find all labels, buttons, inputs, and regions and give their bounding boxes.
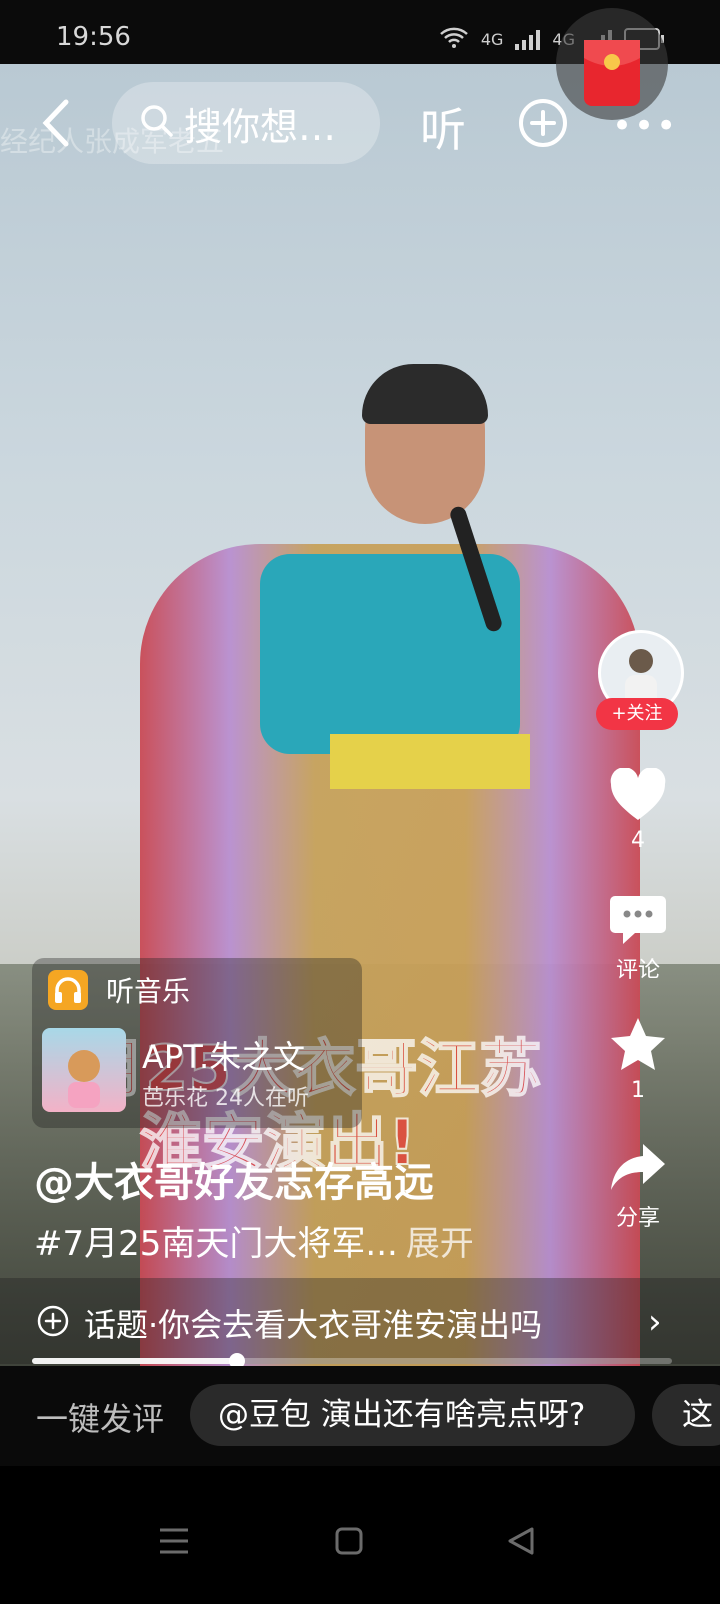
- favorite-count: 1: [631, 1078, 645, 1103]
- wifi-icon: [439, 26, 469, 52]
- search-icon: [140, 104, 174, 142]
- comment-button[interactable]: 评论: [596, 894, 680, 984]
- music-song-title: APT.朱之文: [142, 1038, 306, 1076]
- comment-icon: [609, 896, 667, 952]
- costume-belt: [330, 734, 530, 789]
- back-icon[interactable]: [38, 98, 72, 148]
- author-name[interactable]: @大衣哥好友志存高远: [34, 1150, 434, 1208]
- share-icon: [609, 1144, 667, 1200]
- heart-icon: [609, 767, 667, 828]
- listen-button[interactable]: 听: [420, 94, 466, 160]
- follow-button[interactable]: +关注: [596, 698, 678, 730]
- music-listeners: 芭乐花 24人在听: [142, 1086, 309, 1111]
- like-button[interactable]: 4: [596, 767, 680, 853]
- post-description[interactable]: #7月25南天门大将军... 展开: [34, 1216, 474, 1265]
- share-label: 分享: [615, 1206, 660, 1231]
- progress-fill: [32, 1358, 237, 1364]
- music-label: 听音乐: [106, 975, 191, 1008]
- menu-icon[interactable]: [158, 1524, 190, 1565]
- chevron-right-icon: ›: [648, 1302, 662, 1342]
- music-cover: [42, 1028, 126, 1112]
- home-icon[interactable]: [334, 1524, 364, 1565]
- video-progress-bar[interactable]: [32, 1353, 672, 1369]
- performer-hair: [362, 364, 488, 424]
- description-text: #7月25南天门大将军...: [34, 1224, 398, 1264]
- search-box[interactable]: 搜你想…: [112, 82, 380, 164]
- comment-label: 评论: [615, 958, 660, 983]
- headphones-icon: [48, 970, 88, 1010]
- plus-circle-small-icon: [36, 1304, 70, 1338]
- signal-icon: [515, 28, 541, 50]
- star-icon: [609, 1018, 667, 1078]
- expand-link[interactable]: 展开: [406, 1224, 474, 1264]
- music-card[interactable]: 听音乐 APT.朱之文 芭乐花 24人在听: [32, 958, 362, 1128]
- topic-bar[interactable]: 话题·你会去看大衣哥淮安演出吗 ›: [0, 1278, 720, 1364]
- share-button[interactable]: 分享: [596, 1142, 680, 1232]
- system-nav-bar: [0, 1466, 720, 1604]
- network-label-1: 4G: [480, 29, 504, 49]
- back-nav-icon[interactable]: [506, 1524, 536, 1565]
- search-placeholder: 搜你想…: [184, 104, 337, 149]
- quick-comment-label[interactable]: 一键发评: [36, 1394, 164, 1440]
- red-packet-icon[interactable]: [556, 0, 668, 128]
- comment-suggestion-2[interactable]: 这: [652, 1384, 720, 1446]
- topic-text: 话题·你会去看大衣哥淮安演出吗: [84, 1306, 543, 1344]
- comment-suggestion-1[interactable]: @豆包 演出还有啥亮点呀?: [190, 1384, 635, 1446]
- like-count: 4: [631, 828, 645, 853]
- favorite-button[interactable]: 1: [596, 1016, 680, 1103]
- comment-bar: 一键发评 @豆包 演出还有啥亮点呀? 这: [0, 1366, 720, 1466]
- status-time: 19:56: [56, 22, 131, 52]
